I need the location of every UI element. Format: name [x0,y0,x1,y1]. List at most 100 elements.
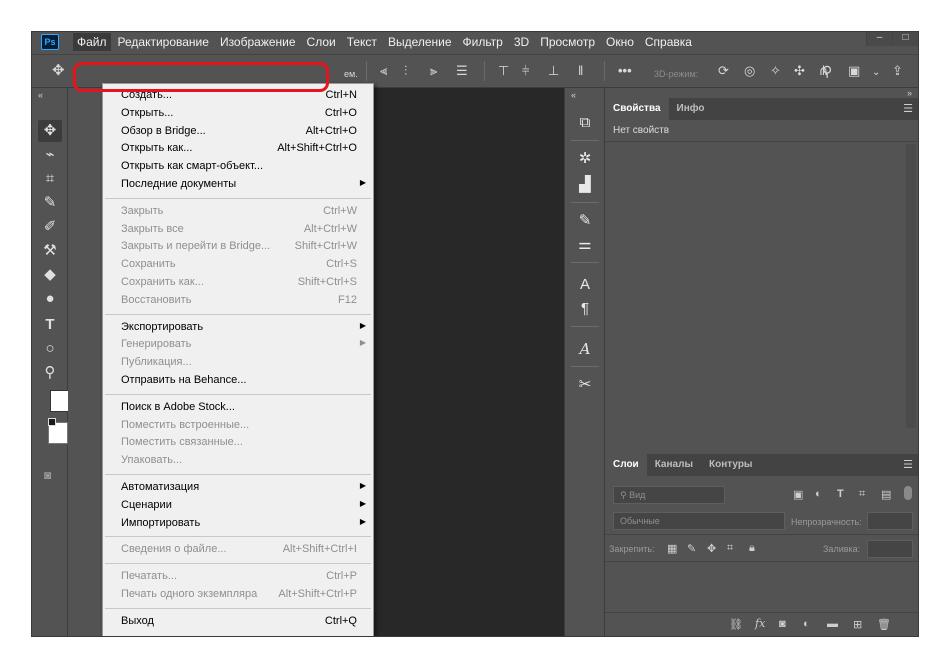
file-menu-item[interactable]: Экспортировать ▶ [103,319,373,337]
menu-window[interactable]: Окно [602,33,638,51]
new-layer-icon[interactable]: ⊞ [853,618,862,631]
file-menu-item[interactable]: Открыть как смарт-объект... [103,158,373,176]
paragraph-panel-icon[interactable]: ¶ [573,298,597,320]
new-adjustment-icon[interactable]: ◐ [803,618,810,630]
layer-filter-select[interactable]: ⚲ Вид [613,486,725,504]
file-menu-item[interactable]: Поместить встроенные... [103,417,373,435]
properties-scrollbar[interactable] [906,144,916,428]
ellipse-tool-icon[interactable]: ○ [38,338,62,360]
file-menu-item[interactable]: Закрыть все Alt+Ctrl+W [103,221,373,239]
file-menu-item[interactable]: Открыть... Ctrl+O [103,105,373,123]
zoom-tool-icon[interactable]: ⚲ [38,362,62,384]
filter-adjustment-icon[interactable]: ◐ [815,488,822,500]
filter-shape-icon[interactable]: ⌗ [859,488,865,501]
file-menu-item[interactable]: Закрыть Ctrl+W [103,203,373,221]
filter-smart-object-icon[interactable]: ▤ [881,488,891,501]
file-menu-item[interactable]: Импортировать ▶ [103,515,373,533]
file-menu-item[interactable]: Генерировать ▶ [103,336,373,354]
file-menu-item[interactable]: Сохранить как... Shift+Ctrl+S [103,274,373,292]
lasso-tool-icon[interactable]: ⌁ [38,144,62,166]
eyedropper-tool-icon[interactable]: ✎ [38,192,62,214]
brushes-panel-icon[interactable]: ✎ [573,210,597,232]
lock-artboard-icon[interactable]: ⌗ [727,542,733,555]
tab-paths[interactable]: Контуры [701,454,760,476]
clone-stamp-tool-icon[interactable]: ⚒ [38,240,62,262]
file-menu-item[interactable]: Упаковать... [103,452,373,470]
layers-panel-menu-icon[interactable]: ☰ [903,458,913,471]
file-menu-item[interactable]: Автоматизация ▶ [103,479,373,497]
file-menu-item[interactable]: Сценарии ▶ [103,497,373,515]
layer-style-icon[interactable]: fx [755,617,765,630]
lock-position-icon[interactable]: ✥ [707,542,716,555]
new-group-icon[interactable]: ▬ [827,618,838,630]
file-menu-item[interactable]: Публикация... [103,354,373,372]
paint-bucket-tool-icon[interactable]: ◆ [38,264,62,286]
collapse-panels-icon[interactable]: » [907,88,912,98]
menu-edit[interactable]: Редактирование [114,33,213,51]
properties-panel-menu-icon[interactable]: ☰ [903,102,913,115]
file-menu-item[interactable]: Обзор в Bridge... Alt+Ctrl+O [103,123,373,141]
file-menu-item[interactable]: Открыть как... Alt+Shift+Ctrl+O [103,140,373,158]
file-menu-item[interactable]: Выход Ctrl+Q [103,613,373,631]
tab-properties[interactable]: Свойства [605,98,669,120]
file-menu-item[interactable]: Поместить связанные... [103,434,373,452]
filter-type-icon[interactable]: T [837,488,844,500]
file-menu-item[interactable]: Печатать... Ctrl+P [103,568,373,586]
share-icon[interactable]: ⇪ [892,63,903,79]
search-icon[interactable]: ⚲ [822,63,832,79]
menu-3d[interactable]: 3D [510,33,533,51]
align-left-icon[interactable]: ⫷ [380,63,387,79]
workspace-icon[interactable]: ▣ [848,63,860,79]
history-panel-icon[interactable]: ⧉ [573,112,597,134]
lock-all-icon[interactable]: 🔒︎ [749,542,755,555]
file-menu-item[interactable]: Печать одного экземпляра Alt+Shift+Ctrl+P [103,586,373,604]
default-colors-icon[interactable] [48,418,56,426]
file-menu-item[interactable]: Закрыть и перейти в Bridge... Shift+Ctrl+… [103,238,373,256]
filter-toggle[interactable] [904,486,912,500]
type-tool-icon[interactable]: T [38,314,62,336]
character-panel-icon[interactable]: A [573,274,597,296]
align-top-icon[interactable]: ⊤ [498,63,509,79]
menu-text[interactable]: Текст [343,33,381,51]
blend-mode-select[interactable]: Обычные [613,512,785,530]
file-menu-item[interactable]: Поиск в Adobe Stock... [103,399,373,417]
file-menu-item[interactable]: Сведения о файле... Alt+Shift+Ctrl+I [103,541,373,559]
align-middle-icon[interactable]: ☰ [456,63,468,79]
crop-tool-icon[interactable]: ⌗ [38,168,62,190]
file-menu-item[interactable]: Восстановить F12 [103,292,373,310]
histogram-panel-icon[interactable]: ▟ [573,174,597,196]
glyphs-panel-icon[interactable]: A [573,338,597,360]
lock-transparent-icon[interactable]: ▦ [667,542,677,555]
align-right-icon[interactable]: ⫸ [430,63,437,79]
3d-slide-icon[interactable]: ✣ [794,63,805,79]
menu-view[interactable]: Просмотр [536,33,599,51]
3d-pan-icon[interactable]: ✧ [770,63,781,79]
menu-select[interactable]: Выделение [384,33,456,51]
more-options-icon[interactable]: ••• [618,63,632,79]
link-layers-icon[interactable]: ⛓ [729,618,743,631]
align-vertical-center-icon[interactable]: ⫩ [522,63,529,79]
collapse-tools-icon[interactable]: « [38,90,43,100]
tab-info[interactable]: Инфо [669,98,713,120]
file-menu-item[interactable]: Отправить на Behance... [103,372,373,390]
tab-channels[interactable]: Каналы [647,454,701,476]
add-mask-icon[interactable]: ◙ [779,618,786,630]
distribute-icon[interactable]: ‖ [578,63,583,79]
opacity-input[interactable] [867,512,913,530]
navigator-panel-icon[interactable]: ✲ [573,148,597,170]
fill-input[interactable] [867,540,913,558]
menu-file[interactable]: Файл [73,33,111,51]
menu-filter[interactable]: Фильтр [459,33,507,51]
restore-button[interactable]: □ [892,32,918,46]
filter-pixel-icon[interactable]: ▣ [793,488,803,501]
align-bottom-icon[interactable]: ⊥ [548,63,559,79]
move-tool-preset-icon[interactable]: ✥ [52,63,65,79]
3d-orbit-icon[interactable]: ⟳ [718,63,729,79]
quick-mask-icon[interactable]: ◙ [44,468,51,482]
align-center-horizontal-icon[interactable]: ⫶ [404,63,407,79]
dodge-tool-icon[interactable]: ● [38,288,62,310]
chevron-down-icon[interactable]: ⌄ [872,65,880,81]
delete-layer-icon[interactable]: 🗑︎ [877,618,891,631]
adjustments-panel-icon[interactable]: ⚌ [573,234,597,256]
file-menu-item[interactable]: Создать... Ctrl+N [103,87,373,105]
